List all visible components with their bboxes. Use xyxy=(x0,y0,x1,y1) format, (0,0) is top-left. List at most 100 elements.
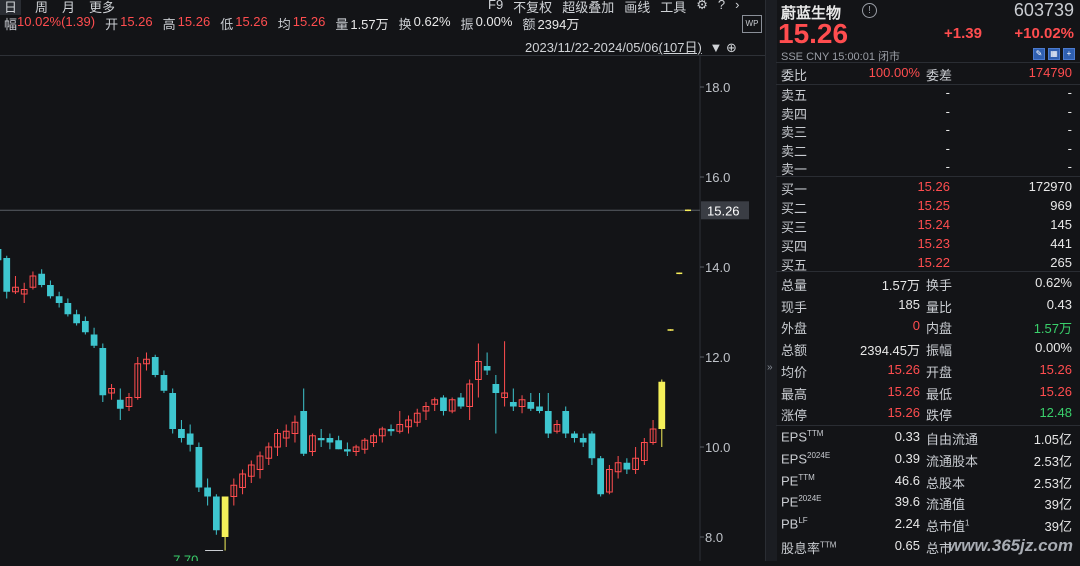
pen-icon[interactable]: ✎ xyxy=(1033,48,1045,60)
tab-week[interactable]: 周 xyxy=(35,0,48,15)
fund-row: EPS2024E 0.39 流通股本 2.53亿 xyxy=(776,451,1080,469)
fund-label: 总股本 xyxy=(926,473,965,492)
low-value: 15.26 xyxy=(235,14,268,29)
stat-row: 现手 185 量比 0.43 xyxy=(776,297,1080,315)
sell-row: 卖二 - - xyxy=(776,141,1080,159)
toolbox-button[interactable]: 工具 xyxy=(660,0,686,15)
swing-value: 0.00% xyxy=(475,14,513,29)
stat-label: 换手 xyxy=(926,278,953,293)
turn-label: 换 xyxy=(398,17,412,32)
fund-label-sup: TTM xyxy=(798,472,815,482)
fund-label-sup: 2024E xyxy=(807,450,831,460)
sell-vol: - xyxy=(1067,85,1072,100)
date-range[interactable]: 2023/11/22-2024/05/06(107日) ▼ ⊕ xyxy=(525,37,737,56)
candle-body xyxy=(38,273,46,285)
candle-body xyxy=(623,462,631,470)
webi-value: 100.00% xyxy=(868,65,920,80)
candle-body xyxy=(509,402,517,407)
candle xyxy=(247,460,255,483)
sell-row: 卖一 - - xyxy=(776,159,1080,177)
candle xyxy=(352,444,360,456)
candle-body xyxy=(588,433,596,459)
adjust-button[interactable]: 不复权 xyxy=(513,0,552,15)
candle xyxy=(64,298,72,317)
plus-icon[interactable]: + xyxy=(1063,48,1075,60)
candle xyxy=(606,465,613,495)
tab-day[interactable]: 日 xyxy=(0,0,22,15)
fund-label-sup: TTM xyxy=(820,540,837,550)
chevron-right-icon[interactable]: › xyxy=(735,0,739,15)
candle-body xyxy=(457,397,465,407)
candle xyxy=(186,424,194,452)
candle xyxy=(116,388,124,420)
zoom-icon[interactable]: ⊕ xyxy=(726,40,737,55)
fund-value: 0.65 xyxy=(894,538,920,553)
sell-label: 卖三 xyxy=(781,125,808,140)
divider xyxy=(776,425,1080,426)
candle xyxy=(143,352,150,371)
dropdown-triangle-icon[interactable]: ▼ xyxy=(709,40,722,55)
buy-price: 15.25 xyxy=(917,198,950,213)
candle-body xyxy=(64,303,72,315)
candle-body xyxy=(169,393,177,429)
fund-label: PE2024E xyxy=(781,494,821,509)
fund-label-text: 流通股本 xyxy=(926,453,979,469)
fund-value: 46.6 xyxy=(894,472,920,488)
turn-value: 0.62% xyxy=(413,14,451,29)
fund-value: 2.24 xyxy=(894,516,920,532)
quote-line: 幅 10.02%(1.39) 开 15.26 高 15.26 低 15.26 均… xyxy=(0,14,579,34)
fund-label: 股息率TTM xyxy=(781,538,836,557)
tab-month[interactable]: 月 xyxy=(62,0,75,15)
fund-label: 流通股本 xyxy=(926,451,978,470)
kline-svg[interactable]: 18.0 16.0 14.0 12.0 10.0 8.0 15.26 7.70 xyxy=(0,55,765,566)
stat-value: 1.57万 xyxy=(881,278,920,293)
layout-icon[interactable]: ▦ xyxy=(1048,48,1060,60)
y-tick-label: 10.0 xyxy=(705,440,730,455)
candle xyxy=(614,456,622,479)
candle xyxy=(492,375,500,434)
f9-button[interactable]: F9 xyxy=(488,0,503,15)
candle-body xyxy=(317,438,325,441)
buy-row: 买一 15.26 172970 xyxy=(776,179,1080,197)
help-icon[interactable]: ? xyxy=(718,0,725,15)
candle xyxy=(204,478,211,506)
stat-value: 12.48 xyxy=(1039,405,1072,421)
fund-label: PETTM xyxy=(781,473,815,488)
candle xyxy=(344,442,351,456)
candle xyxy=(125,393,133,411)
stat-value: 15.26 xyxy=(887,383,920,399)
candle xyxy=(501,341,508,407)
candle xyxy=(370,433,377,447)
candle xyxy=(99,343,107,402)
draw-button[interactable]: 画线 xyxy=(624,0,650,15)
buy-vol: 969 xyxy=(1050,198,1072,213)
candle-body xyxy=(536,406,543,411)
candle xyxy=(212,494,220,535)
candle-body xyxy=(658,381,666,429)
tab-more[interactable]: 更多 xyxy=(89,0,115,15)
candle xyxy=(387,424,395,436)
candle-body xyxy=(151,357,159,375)
wp-icon[interactable]: WP xyxy=(742,15,762,33)
overlay-button[interactable]: 超级叠加 xyxy=(562,0,614,15)
info-icon[interactable]: ! xyxy=(862,3,877,18)
fund-label-text: 总市值 xyxy=(926,519,966,535)
candle xyxy=(20,282,28,303)
candle xyxy=(73,309,80,326)
stat-label: 现手 xyxy=(781,299,808,315)
amp-label: 幅 xyxy=(4,17,18,32)
chevron-right-icon[interactable]: » xyxy=(767,362,773,373)
candle xyxy=(55,291,63,308)
weicha-label: 委差 xyxy=(926,68,953,83)
sell-label: 卖二 xyxy=(781,143,808,159)
kline-chart[interactable]: 18.0 16.0 14.0 12.0 10.0 8.0 15.26 7.70 xyxy=(0,55,765,566)
gear-icon[interactable]: ⚙ xyxy=(696,0,708,15)
sell-label: 卖五 xyxy=(781,88,808,103)
sell-vol: - xyxy=(1067,122,1072,137)
candle-body xyxy=(47,285,54,297)
stat-label: 均价 xyxy=(781,364,808,380)
fund-label-text: 自由流通 xyxy=(926,432,979,447)
candle xyxy=(422,402,430,420)
quote-toolbar: 日 周 月 更多 F9 不复权 超级叠加 画线 工具 ⚙ ? › WP 幅 10… xyxy=(0,0,765,38)
candle xyxy=(544,393,552,438)
